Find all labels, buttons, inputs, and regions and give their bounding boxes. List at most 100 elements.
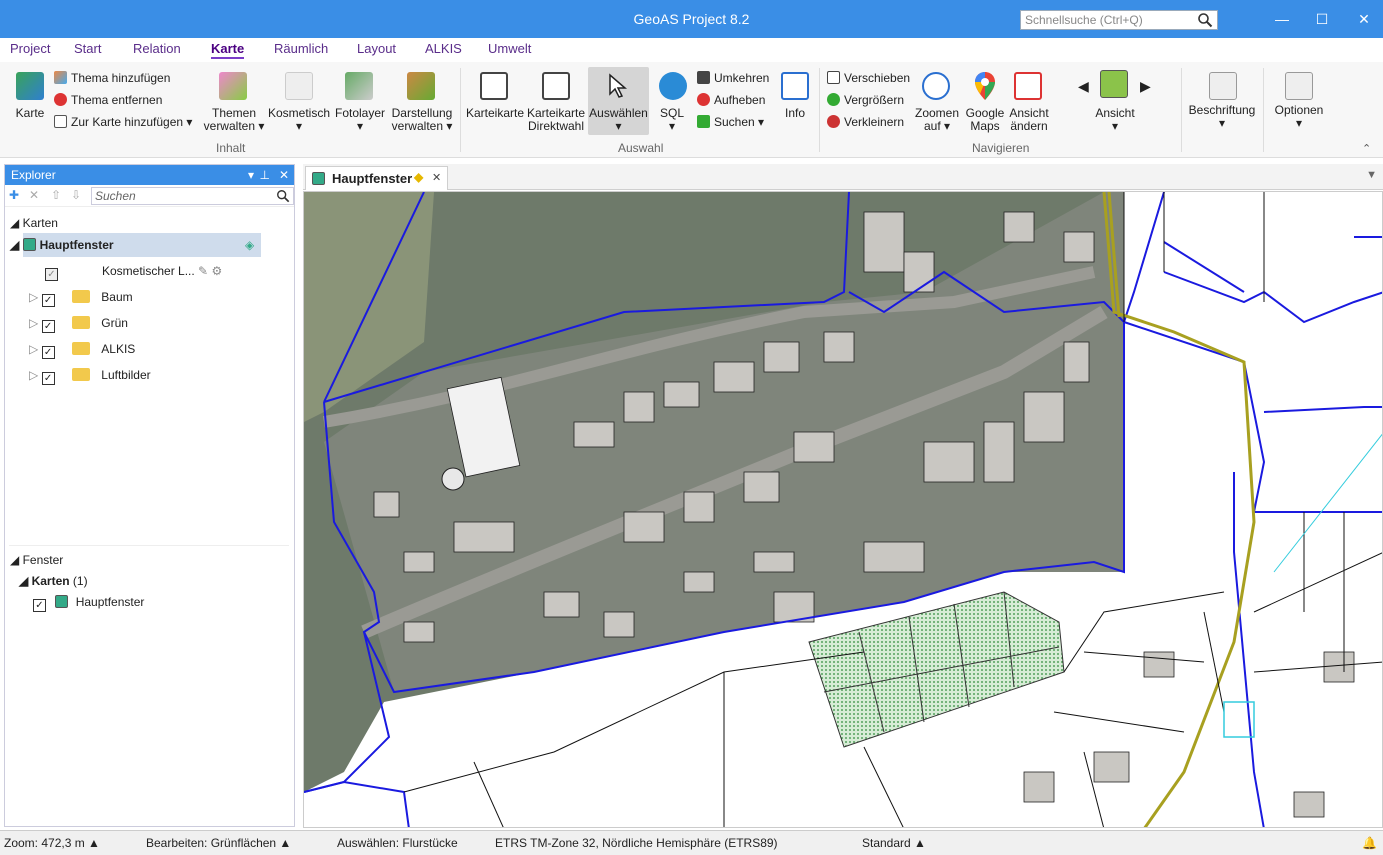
quick-search-input[interactable]: Schnellsuche (Ctrl+Q) bbox=[1020, 10, 1218, 30]
menu-umwelt[interactable]: Umwelt bbox=[488, 41, 531, 56]
round-tank bbox=[441, 467, 465, 491]
previous-view-arrow[interactable]: ◀ bbox=[1078, 78, 1089, 95]
search-icon[interactable] bbox=[276, 189, 290, 203]
aufheben-button[interactable]: Aufheben bbox=[697, 93, 765, 107]
hauptfenster-node[interactable]: ◢ Hauptfenster bbox=[10, 238, 114, 252]
fotolayer-label: Fotolayer bbox=[334, 106, 386, 120]
zoom-status[interactable]: Zoom: 472,3 m ▲ bbox=[4, 836, 100, 850]
edit-pencil-icon[interactable]: ✎ bbox=[198, 264, 208, 278]
fenster-section-header[interactable]: ◢ Fenster bbox=[10, 553, 63, 567]
umkehren-button[interactable]: Umkehren bbox=[697, 71, 769, 85]
explorer-search-placeholder: Suchen bbox=[95, 189, 136, 203]
folder-icon bbox=[71, 342, 90, 355]
move-up-icon[interactable]: ⇧ bbox=[51, 188, 61, 202]
close-tab-icon[interactable]: ✕ bbox=[432, 171, 441, 184]
auswaehlen-button[interactable]: Auswählen ▾ bbox=[588, 67, 649, 135]
expand-icon[interactable]: ▷ bbox=[29, 290, 38, 304]
google-maps-button[interactable]: Google Maps bbox=[963, 107, 1007, 133]
sql-button[interactable]: SQL ▾ bbox=[652, 107, 692, 133]
layer-baum[interactable]: ▷ ✓ Baum bbox=[29, 290, 133, 307]
verschieben-button[interactable]: Verschieben bbox=[827, 71, 910, 85]
expand-icon[interactable]: ▷ bbox=[29, 316, 38, 330]
search-icon[interactable] bbox=[1197, 12, 1213, 28]
menu-raeumlich[interactable]: Räumlich bbox=[274, 41, 328, 56]
add-icon[interactable]: ✚ bbox=[9, 188, 19, 202]
index-card-icon bbox=[480, 72, 508, 100]
menu-relation[interactable]: Relation bbox=[133, 41, 181, 56]
tab-hauptfenster[interactable]: Hauptfenster ◆ ✕ bbox=[305, 166, 448, 190]
window-checkbox[interactable]: ✓ bbox=[33, 599, 46, 612]
move-down-icon[interactable]: ⇩ bbox=[71, 188, 81, 202]
pin-icon[interactable]: ⊥ bbox=[260, 168, 270, 182]
suchen-button[interactable]: Suchen ▾ bbox=[697, 115, 764, 129]
karteikarte-direktwahl-button[interactable]: Karteikarte Direktwahl bbox=[525, 107, 587, 133]
edit-layer-status[interactable]: Bearbeiten: Grünflächen ▲ bbox=[146, 836, 291, 850]
map-window-icon bbox=[312, 172, 325, 185]
tab-list-dropdown-icon[interactable]: ▼ bbox=[1366, 169, 1377, 181]
explorer-search-input[interactable]: Suchen bbox=[91, 187, 294, 205]
karte-button[interactable]: Karte bbox=[8, 107, 52, 120]
themen-verwalten-button[interactable]: Themen verwalten ▾ bbox=[200, 107, 268, 133]
photo-layer-icon bbox=[345, 72, 373, 100]
optionen-button[interactable]: Optionen ▾ bbox=[1268, 104, 1330, 130]
collapse-ribbon-icon[interactable]: ⌃ bbox=[1362, 142, 1371, 155]
layer-label: Baum bbox=[101, 290, 133, 304]
info-button[interactable]: Info bbox=[776, 107, 814, 120]
ansicht-aendern-button[interactable]: Ansicht ändern bbox=[1006, 107, 1052, 133]
layer-checkbox[interactable]: ✓ bbox=[41, 372, 55, 385]
change-view-icon bbox=[1014, 72, 1042, 100]
map-window-icon bbox=[55, 595, 69, 608]
fenster-hauptfenster-item[interactable]: ✓ Hauptfenster bbox=[33, 595, 144, 612]
kosmetisch-button[interactable]: Kosmetisch ▾ bbox=[266, 107, 332, 133]
thema-hinzufuegen-button[interactable]: Thema hinzufügen bbox=[54, 71, 170, 85]
map-view[interactable] bbox=[304, 192, 1383, 828]
zoomen-auf-button[interactable]: Zoomen auf ▾ bbox=[912, 107, 962, 133]
menu-alkis[interactable]: ALKIS bbox=[425, 41, 462, 56]
notification-bell-icon[interactable]: 🔔 bbox=[1362, 836, 1377, 850]
zur-karte-label: Zur Karte hinzufügen bbox=[71, 115, 184, 129]
expand-icon[interactable]: ▷ bbox=[29, 368, 38, 382]
delete-icon[interactable]: ✕ bbox=[29, 188, 39, 202]
zur-karte-button[interactable]: Zur Karte hinzufügen ▾ bbox=[54, 115, 192, 129]
close-button[interactable]: ✕ bbox=[1352, 8, 1376, 30]
expand-icon[interactable]: ▷ bbox=[29, 342, 38, 356]
menu-bar: Project Start Relation Karte Räumlich La… bbox=[0, 38, 1383, 62]
crs-status: ETRS TM-Zone 32, Nördliche Hemisphäre (E… bbox=[495, 836, 778, 850]
vergroessern-button[interactable]: Vergrößern bbox=[827, 93, 904, 107]
menu-start[interactable]: Start bbox=[74, 41, 101, 56]
layer-tag-icon[interactable]: ◈ bbox=[245, 238, 254, 252]
map-canvas[interactable] bbox=[303, 191, 1383, 828]
database-icon bbox=[659, 72, 687, 100]
next-view-arrow[interactable]: ▶ bbox=[1140, 78, 1151, 95]
hand-icon bbox=[827, 71, 840, 84]
layer-checkbox[interactable]: ✓ bbox=[41, 320, 55, 333]
ansicht-aendern-label-1: Ansicht bbox=[1009, 106, 1049, 120]
layer-kosmetisch[interactable]: ✓ Kosmetischer L... ✎ ⚙ bbox=[45, 264, 222, 281]
darstellung-button[interactable]: Darstellung verwalten ▾ bbox=[388, 107, 456, 133]
layer-luftbilder[interactable]: ▷ ✓ Luftbilder bbox=[29, 368, 151, 385]
menu-project[interactable]: Project bbox=[10, 41, 50, 56]
menu-layout[interactable]: Layout bbox=[357, 41, 396, 56]
karten-group-node[interactable]: ◢ Karten (1) bbox=[19, 574, 88, 588]
layer-checkbox[interactable]: ✓ bbox=[45, 268, 58, 281]
karteikarte-button[interactable]: Karteikarte bbox=[466, 107, 524, 120]
layer-gruen[interactable]: ▷ ✓ Grün bbox=[29, 316, 128, 333]
dropdown-icon[interactable]: ▾ bbox=[248, 168, 254, 182]
fotolayer-button[interactable]: Fotolayer ▾ bbox=[332, 107, 388, 133]
layer-checkbox[interactable]: ✓ bbox=[41, 346, 55, 359]
karten-section-header[interactable]: ◢ Karten bbox=[10, 216, 58, 230]
close-panel-icon[interactable]: ✕ bbox=[279, 168, 289, 182]
thema-entfernen-button[interactable]: Thema entfernen bbox=[54, 93, 162, 107]
verkleinern-button[interactable]: Verkleinern bbox=[827, 115, 904, 129]
ansicht-label: Ansicht bbox=[1095, 106, 1135, 120]
beschriftung-button[interactable]: Beschriftung ▾ bbox=[1186, 104, 1258, 130]
style-status[interactable]: Standard ▲ bbox=[862, 836, 926, 850]
clear-selection-icon bbox=[697, 93, 710, 106]
ansicht-button[interactable]: Ansicht ▾ bbox=[1090, 107, 1140, 133]
menu-karte[interactable]: Karte bbox=[211, 41, 245, 59]
maximize-button[interactable]: ☐ bbox=[1310, 8, 1334, 30]
layer-alkis[interactable]: ▷ ✓ ALKIS bbox=[29, 342, 135, 359]
minimize-button[interactable]: — bbox=[1270, 8, 1294, 30]
layer-checkbox[interactable]: ✓ bbox=[41, 294, 55, 307]
cosmetic-settings-icon[interactable]: ⚙ bbox=[211, 264, 222, 278]
